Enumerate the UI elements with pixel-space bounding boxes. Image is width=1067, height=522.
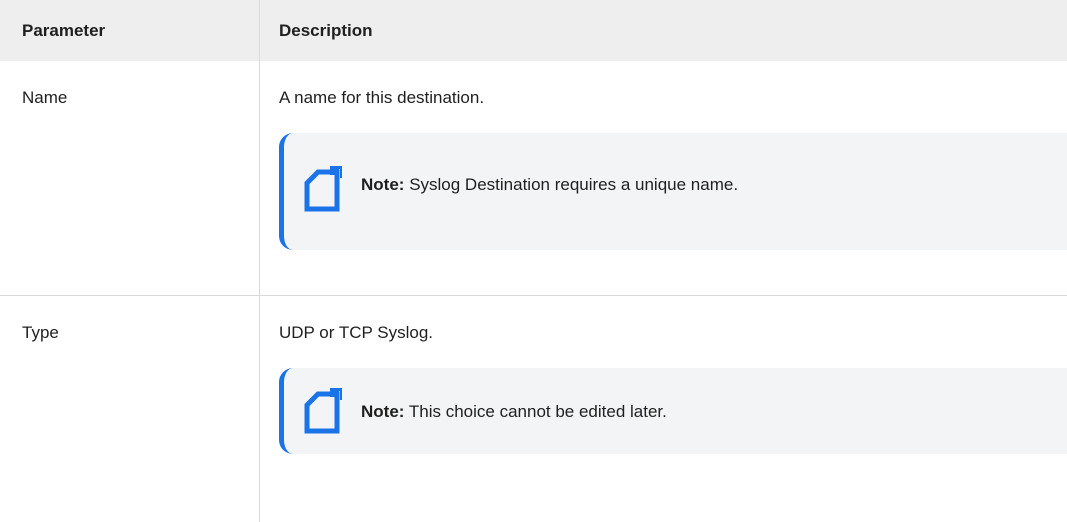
note-callout: Note: Syslog Destination requires a uniq… bbox=[279, 133, 1067, 250]
description-column-header: Description bbox=[260, 0, 1067, 61]
description-text: UDP or TCP Syslog. bbox=[279, 322, 1067, 344]
note-callout: Note: This choice cannot be edited later… bbox=[279, 368, 1067, 454]
table-row: Type UDP or TCP Syslog. Note: This choic… bbox=[0, 296, 1067, 522]
note-content: Note: Syslog Destination requires a uniq… bbox=[361, 174, 738, 196]
note-icon bbox=[304, 388, 342, 434]
note-text: This choice cannot be edited later. bbox=[409, 402, 667, 421]
note-icon bbox=[304, 166, 342, 212]
parameter-cell: Type bbox=[0, 296, 260, 522]
parameter-table: Parameter Description Name A name for th… bbox=[0, 0, 1067, 522]
description-text: A name for this destination. bbox=[279, 87, 1067, 109]
table-row: Name A name for this destination. Note: … bbox=[0, 61, 1067, 296]
table-header-row: Parameter Description bbox=[0, 0, 1067, 61]
note-label: Note: bbox=[361, 402, 404, 421]
parameter-column-header: Parameter bbox=[0, 0, 260, 61]
note-content: Note: This choice cannot be edited later… bbox=[361, 401, 667, 423]
description-cell: UDP or TCP Syslog. Note: This choice can… bbox=[260, 296, 1067, 522]
description-cell: A name for this destination. Note: Syslo… bbox=[260, 61, 1067, 296]
note-text: Syslog Destination requires a unique nam… bbox=[409, 175, 738, 194]
parameter-cell: Name bbox=[0, 61, 260, 296]
note-label: Note: bbox=[361, 175, 404, 194]
